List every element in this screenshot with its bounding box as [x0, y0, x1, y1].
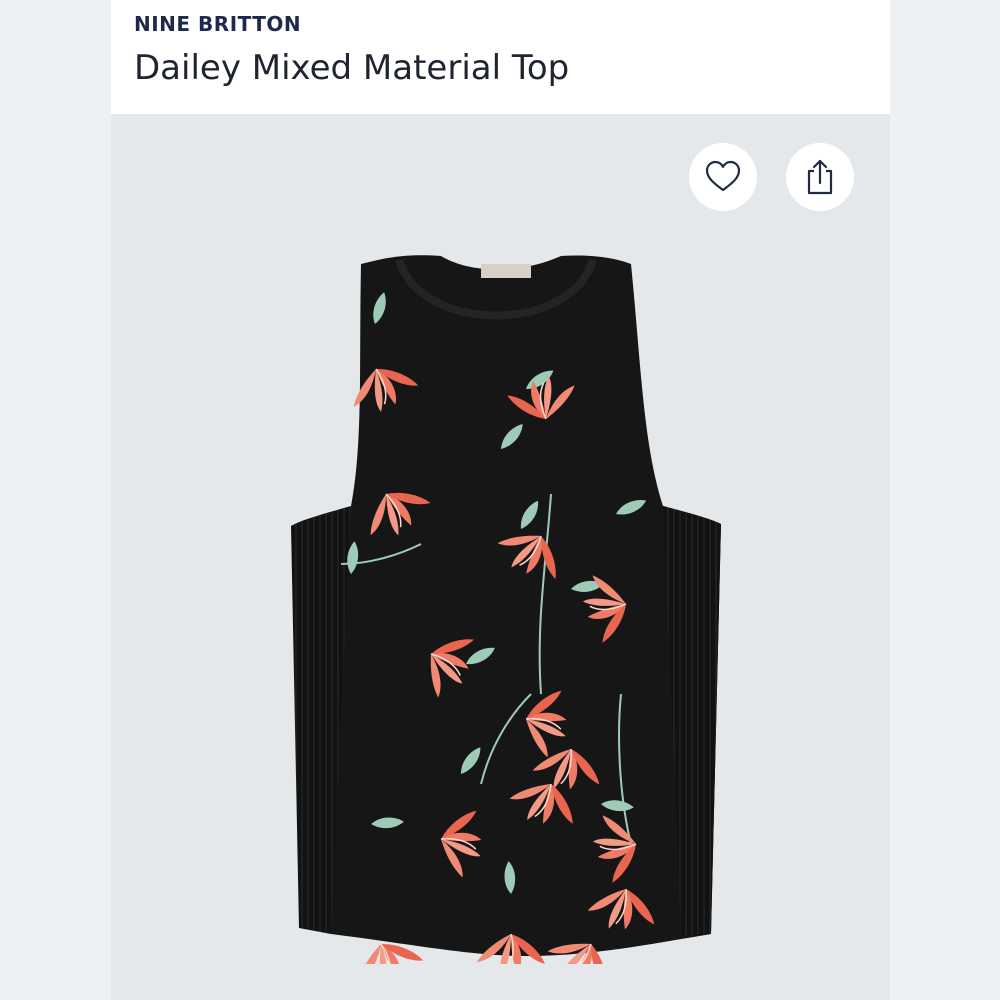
page-margin-left [0, 0, 111, 1000]
product-title: Dailey Mixed Material Top [134, 48, 570, 88]
product-photo [291, 255, 721, 964]
heart-icon [705, 160, 741, 192]
product-card: NINE BRITTON Dailey Mixed Material Top [111, 0, 890, 1000]
page: NINE BRITTON Dailey Mixed Material Top [0, 0, 1000, 1000]
favorite-button[interactable] [689, 143, 757, 211]
page-margin-right [890, 0, 1000, 1000]
share-button[interactable] [786, 143, 854, 211]
share-icon [807, 159, 833, 195]
product-image-area[interactable] [111, 114, 890, 1000]
brand-name[interactable]: NINE BRITTON [134, 12, 301, 36]
product-header: NINE BRITTON Dailey Mixed Material Top [111, 0, 890, 114]
